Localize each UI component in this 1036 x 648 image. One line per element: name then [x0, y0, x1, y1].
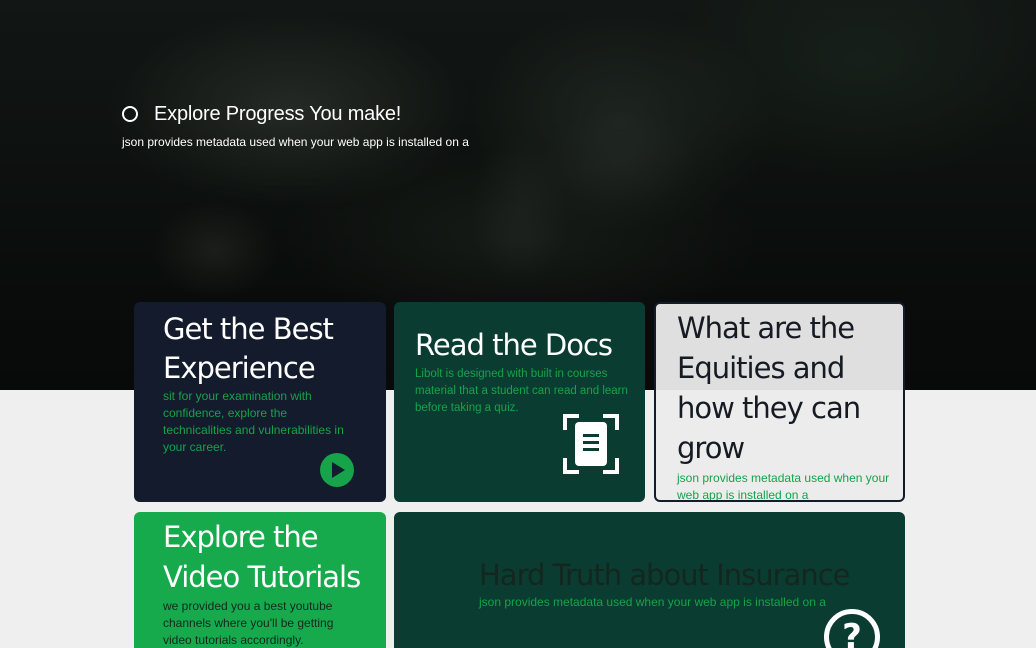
card-read-docs[interactable]: Read the Docs Libolt is designed with bu…	[394, 302, 645, 502]
card-description: json provides metadata used when your we…	[677, 471, 890, 502]
card-insurance[interactable]: Hard Truth about Insurance json provides…	[394, 512, 905, 648]
card-video-tutorials[interactable]: Explore the Video Tutorials we provided …	[134, 512, 386, 648]
card-description: sit for your examination with confidence…	[163, 389, 344, 454]
hero-section: Explore Progress You make! json provides…	[122, 102, 642, 150]
card-title: Hard Truth about Insurance	[479, 558, 851, 592]
card-title: Explore the Video Tutorials	[163, 520, 361, 594]
hero-subtitle: json provides metadata used when your we…	[122, 135, 469, 149]
landing-page: Explore Progress You make! json provides…	[0, 0, 1036, 648]
help-icon[interactable]: ?	[824, 609, 880, 648]
play-triangle-shape	[332, 462, 345, 478]
play-icon[interactable]	[320, 453, 354, 487]
card-title: Get the Best Experience	[163, 312, 334, 385]
card-best-experience[interactable]: Get the Best Experience sit for your exa…	[134, 302, 386, 502]
card-description: Libolt is designed with built in courses…	[415, 368, 628, 414]
hero-title: Explore Progress You make!	[154, 102, 402, 125]
card-equities[interactable]: What are the Equities and how they can g…	[654, 302, 905, 502]
card-title: Read the Docs	[415, 328, 613, 362]
card-description: json provides metadata used when your we…	[479, 595, 826, 609]
document-scan-icon	[563, 414, 619, 474]
circle-outline-icon	[122, 106, 138, 122]
card-description: we provided you a best youtube channels …	[163, 599, 334, 647]
card-title: What are the Equities and how they can g…	[677, 311, 861, 465]
hero-title-row: Explore Progress You make!	[122, 102, 642, 126]
